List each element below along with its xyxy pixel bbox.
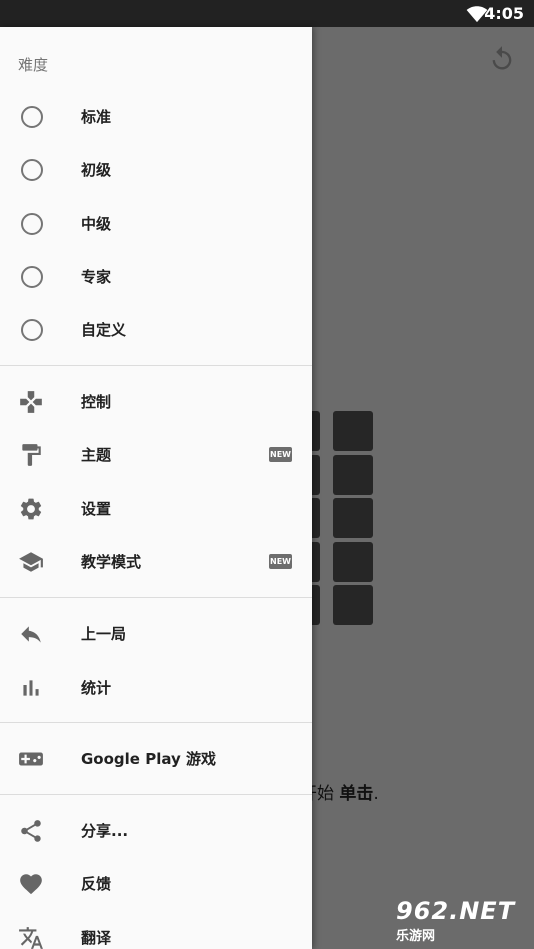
- new-badge: NEW: [269, 447, 292, 462]
- difficulty-intermediate[interactable]: 中级: [0, 197, 312, 250]
- board-cell[interactable]: [333, 498, 373, 538]
- hint-suffix: .: [373, 784, 379, 804]
- board-cell[interactable]: [333, 411, 373, 451]
- difficulty-standard[interactable]: 标准: [0, 90, 312, 143]
- menu-item-label: 分享...: [81, 822, 129, 840]
- hint-action: 单击: [339, 784, 374, 804]
- menu-item-label: 设置: [81, 500, 112, 518]
- new-badge: NEW: [269, 554, 292, 569]
- menu-item-label: 统计: [81, 679, 112, 697]
- status-time: 4:05: [484, 4, 524, 23]
- menu-item-label: 上一局: [81, 625, 127, 643]
- board-cell[interactable]: [333, 542, 373, 582]
- menu-item-theme[interactable]: 主题 NEW: [0, 428, 312, 481]
- navigation-drawer: 难度 标准 初级 中级 专家 自定义 控制 主题 NEW 设置 教学模式 NEW…: [0, 27, 312, 949]
- difficulty-title: 难度: [18, 56, 49, 74]
- board-cell[interactable]: [333, 585, 373, 625]
- radio-unchecked-icon[interactable]: [21, 213, 43, 235]
- menu-item-label: 教学模式: [81, 553, 142, 571]
- status-bar: 4:05: [0, 0, 534, 27]
- menu-item-google-play-games[interactable]: Google Play 游戏: [0, 732, 312, 785]
- difficulty-label: 中级: [81, 215, 112, 233]
- paint-roller-icon: [22, 444, 41, 466]
- radio-unchecked-icon[interactable]: [21, 106, 43, 128]
- watermark: 962.NET 乐游网: [396, 897, 530, 945]
- watermark-sub: 乐游网: [396, 929, 436, 944]
- difficulty-label: 初级: [81, 161, 112, 179]
- bar-chart-icon: [23, 680, 39, 696]
- divider: [0, 365, 312, 366]
- reply-icon: [21, 626, 41, 643]
- difficulty-label: 标准: [81, 108, 112, 126]
- gear-icon: [20, 498, 42, 520]
- difficulty-custom[interactable]: 自定义: [0, 303, 312, 356]
- menu-item-settings[interactable]: 设置: [0, 482, 312, 535]
- controller-icon: [19, 752, 43, 766]
- menu-item-previous-game[interactable]: 上一局: [0, 607, 312, 660]
- difficulty-label: 专家: [81, 268, 112, 286]
- translate-icon: [19, 927, 43, 949]
- board-cell[interactable]: [333, 455, 373, 495]
- radio-unchecked-icon[interactable]: [21, 266, 43, 288]
- difficulty-label: 自定义: [81, 321, 127, 339]
- difficulty-expert[interactable]: 专家: [0, 250, 312, 303]
- difficulty-beginner[interactable]: 初级: [0, 143, 312, 196]
- menu-item-share[interactable]: 分享...: [0, 804, 312, 857]
- divider: [0, 794, 312, 795]
- divider: [0, 597, 312, 598]
- menu-item-label: 控制: [81, 393, 112, 411]
- watermark-brand: 962.NET: [396, 897, 516, 925]
- gamepad-cross-icon: [20, 391, 42, 413]
- divider: [0, 722, 312, 723]
- menu-item-label: 翻译: [81, 929, 112, 947]
- radio-unchecked-icon[interactable]: [21, 319, 43, 341]
- menu-item-label: 主题: [81, 446, 112, 464]
- radio-unchecked-icon[interactable]: [21, 159, 43, 181]
- heart-icon: [20, 874, 42, 895]
- menu-item-statistics[interactable]: 统计: [0, 661, 312, 714]
- restart-icon[interactable]: [488, 45, 516, 73]
- menu-item-tutorial[interactable]: 教学模式 NEW: [0, 535, 312, 588]
- menu-item-label: 反馈: [81, 875, 112, 893]
- share-icon: [21, 820, 41, 842]
- menu-item-label: Google Play 游戏: [81, 750, 216, 768]
- graduation-cap-icon: [19, 552, 43, 572]
- menu-item-controls[interactable]: 控制: [0, 375, 312, 428]
- menu-item-translate[interactable]: 翻译: [0, 911, 312, 949]
- menu-item-feedback[interactable]: 反馈: [0, 857, 312, 910]
